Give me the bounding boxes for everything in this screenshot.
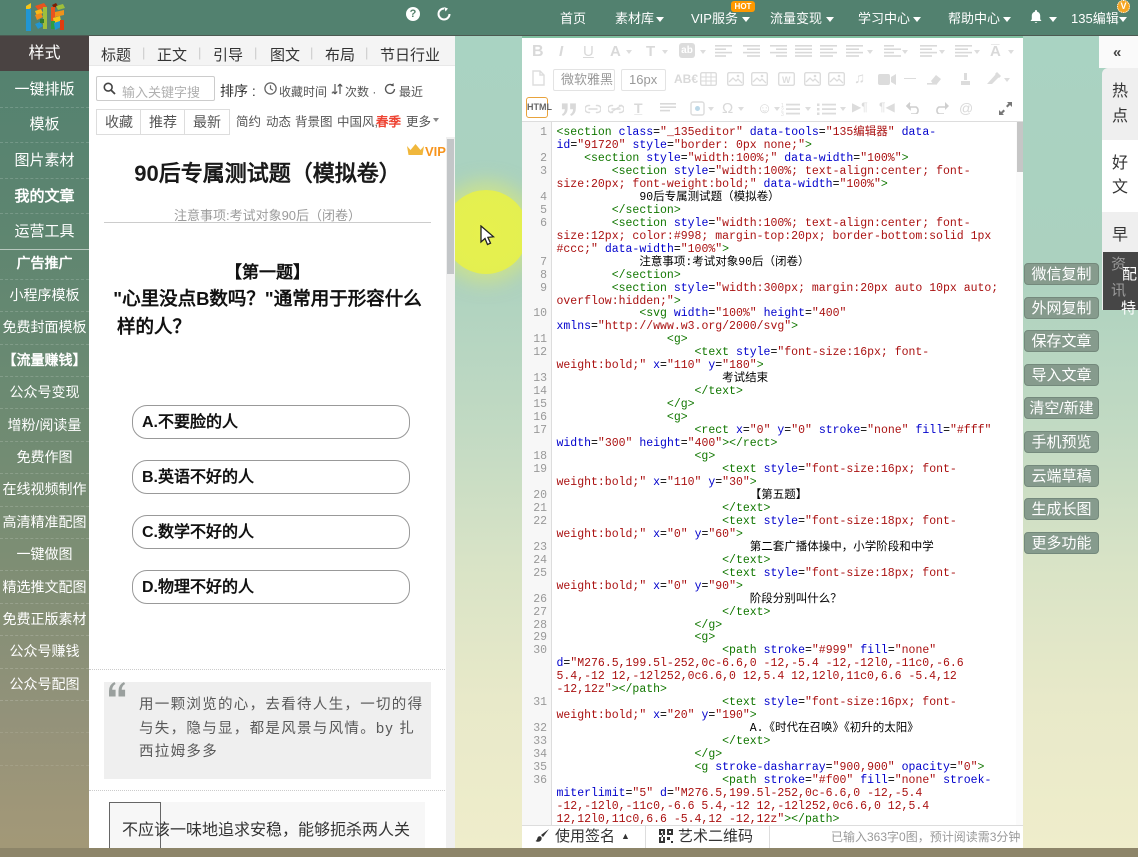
svg-text:3: 3 [781, 112, 784, 116]
svg-text:W: W [782, 75, 791, 85]
